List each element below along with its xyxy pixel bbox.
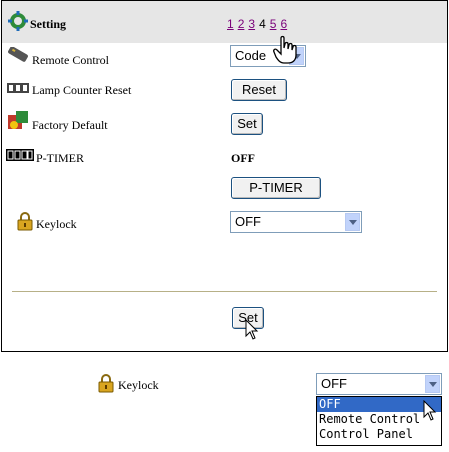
page-link-1[interactable]: 1 bbox=[227, 17, 234, 31]
chevron-down-icon[interactable] bbox=[425, 375, 440, 393]
lamp-reset-button[interactable]: Reset bbox=[231, 79, 287, 101]
p-timer-button[interactable]: P-TIMER bbox=[231, 177, 321, 199]
chevron-down-icon[interactable] bbox=[345, 213, 360, 231]
keylock-select[interactable]: OFF bbox=[230, 211, 362, 233]
keylock-value: OFF bbox=[235, 214, 261, 229]
expanded-keylock-select[interactable]: OFF bbox=[316, 373, 442, 395]
factory-default-set-button[interactable]: Set bbox=[231, 113, 263, 135]
factory-default-label: Factory Default bbox=[32, 118, 108, 132]
page-navigation: 123456 bbox=[227, 17, 291, 31]
remote-control-value: Code bbox=[235, 48, 267, 63]
page-title: Setting bbox=[30, 17, 66, 31]
arrow-cursor-icon bbox=[245, 319, 259, 340]
setting-gear-icon bbox=[8, 11, 28, 31]
expanded-keylock-label: Keylock bbox=[118, 378, 159, 392]
remote-control-label: Remote Control bbox=[32, 53, 109, 67]
padlock-icon bbox=[17, 212, 33, 231]
page-link-6[interactable]: 6 bbox=[280, 17, 287, 31]
page-link-2[interactable]: 2 bbox=[238, 17, 245, 31]
option-control-panel[interactable]: Control Panel bbox=[317, 427, 441, 442]
page-link-5[interactable]: 5 bbox=[270, 17, 277, 31]
settings-panel: Setting 123456 Remote Control Code Lamp … bbox=[1, 0, 448, 352]
lamp-counter-reset-label: Lamp Counter Reset bbox=[32, 83, 132, 97]
page-current-4: 4 bbox=[259, 17, 266, 31]
settings-header: Setting 123456 bbox=[2, 1, 447, 43]
keylock-label: Keylock bbox=[36, 217, 77, 231]
remote-control-icon bbox=[8, 47, 28, 62]
p-timer-label: P-TIMER bbox=[36, 151, 84, 165]
arrow-cursor-icon bbox=[423, 400, 437, 421]
factory-default-icon bbox=[8, 111, 28, 129]
hand-pointer-cursor-icon bbox=[273, 35, 297, 64]
p-timer-icon bbox=[6, 149, 34, 161]
divider bbox=[12, 291, 437, 292]
expanded-keylock-value: OFF bbox=[321, 376, 347, 391]
padlock-icon bbox=[98, 374, 114, 393]
lamp-counter-icon bbox=[7, 83, 29, 93]
page-link-3[interactable]: 3 bbox=[248, 17, 255, 31]
p-timer-status-value: OFF bbox=[231, 151, 255, 165]
